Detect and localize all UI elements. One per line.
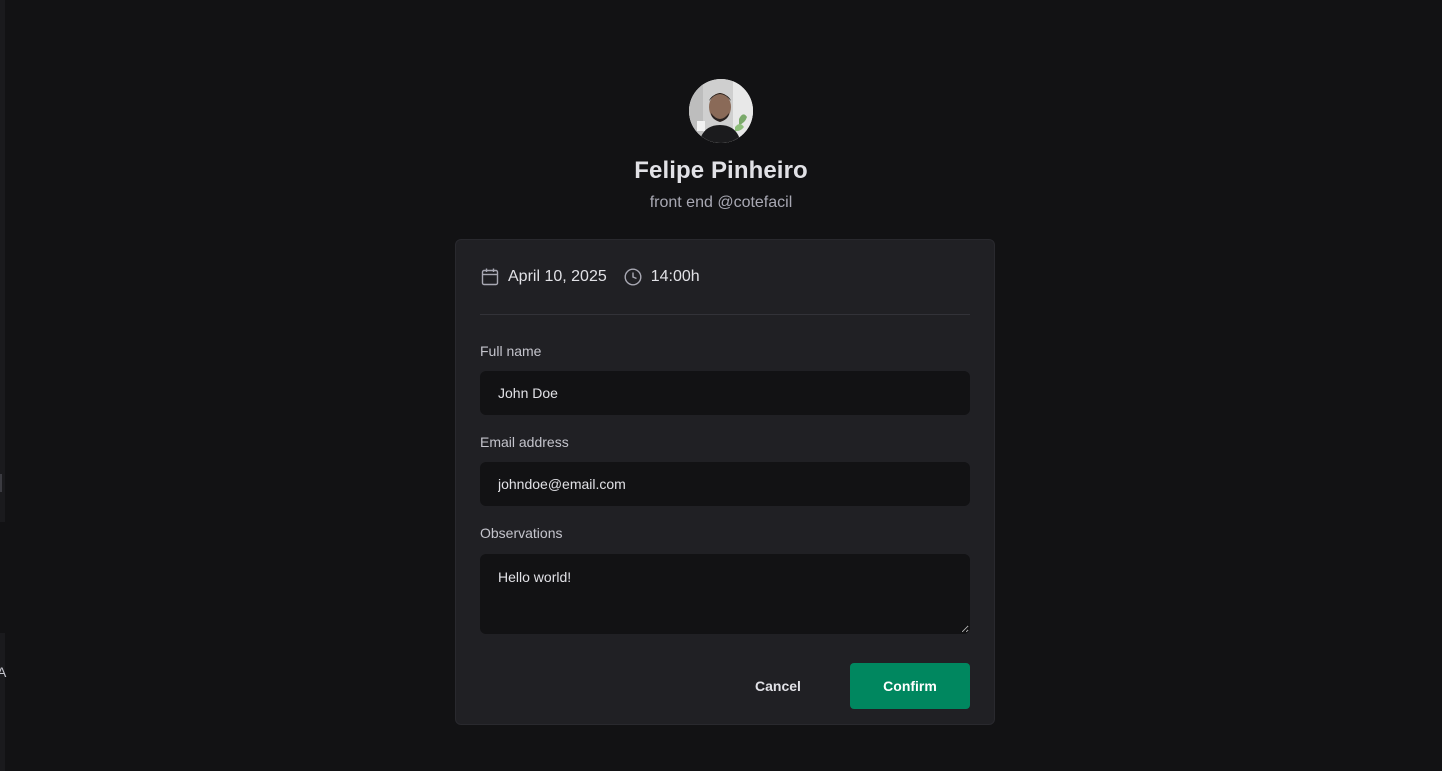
schedule-date-text: April 10, 2025: [508, 268, 607, 285]
observations-field: Observations Hello world!: [480, 524, 970, 639]
cancel-button[interactable]: Cancel: [730, 663, 826, 709]
confirm-button[interactable]: Confirm: [850, 663, 970, 709]
avatar-photo-icon: [689, 79, 753, 143]
full-name-label: Full name: [480, 343, 542, 359]
schedule-time: 14:00h: [623, 267, 700, 287]
full-name-field: Full name: [480, 342, 970, 415]
calendar-icon: [480, 267, 500, 287]
email-input[interactable]: [480, 462, 970, 506]
form-actions: Cancel Confirm: [480, 663, 970, 709]
booking-form-card: April 10, 2025 14:00h Full name Email ad…: [455, 239, 995, 725]
clock-icon: [623, 267, 643, 287]
schedule-time-text: 14:00h: [650, 268, 700, 285]
profile-header: Felipe Pinheiro front end @cotefacil: [0, 79, 1442, 212]
side-panel-glyph: A: [0, 664, 7, 680]
profile-role: front end @cotefacil: [649, 194, 793, 211]
avatar: [689, 79, 753, 143]
email-label: Email address: [480, 434, 569, 450]
profile-name: Felipe Pinheiro: [634, 157, 808, 184]
full-name-input[interactable]: [480, 371, 970, 415]
observations-textarea[interactable]: Hello world!: [480, 554, 970, 634]
observations-label: Observations: [480, 525, 563, 541]
booking-page: A Felipe Pinheiro front end @cotefacil A…: [0, 0, 1442, 771]
side-panel-tick: [0, 474, 2, 492]
side-panel-edge-lower: [0, 633, 5, 771]
email-field: Email address: [480, 433, 970, 506]
schedule-summary: April 10, 2025 14:00h: [480, 240, 970, 315]
schedule-date: April 10, 2025: [480, 267, 607, 287]
